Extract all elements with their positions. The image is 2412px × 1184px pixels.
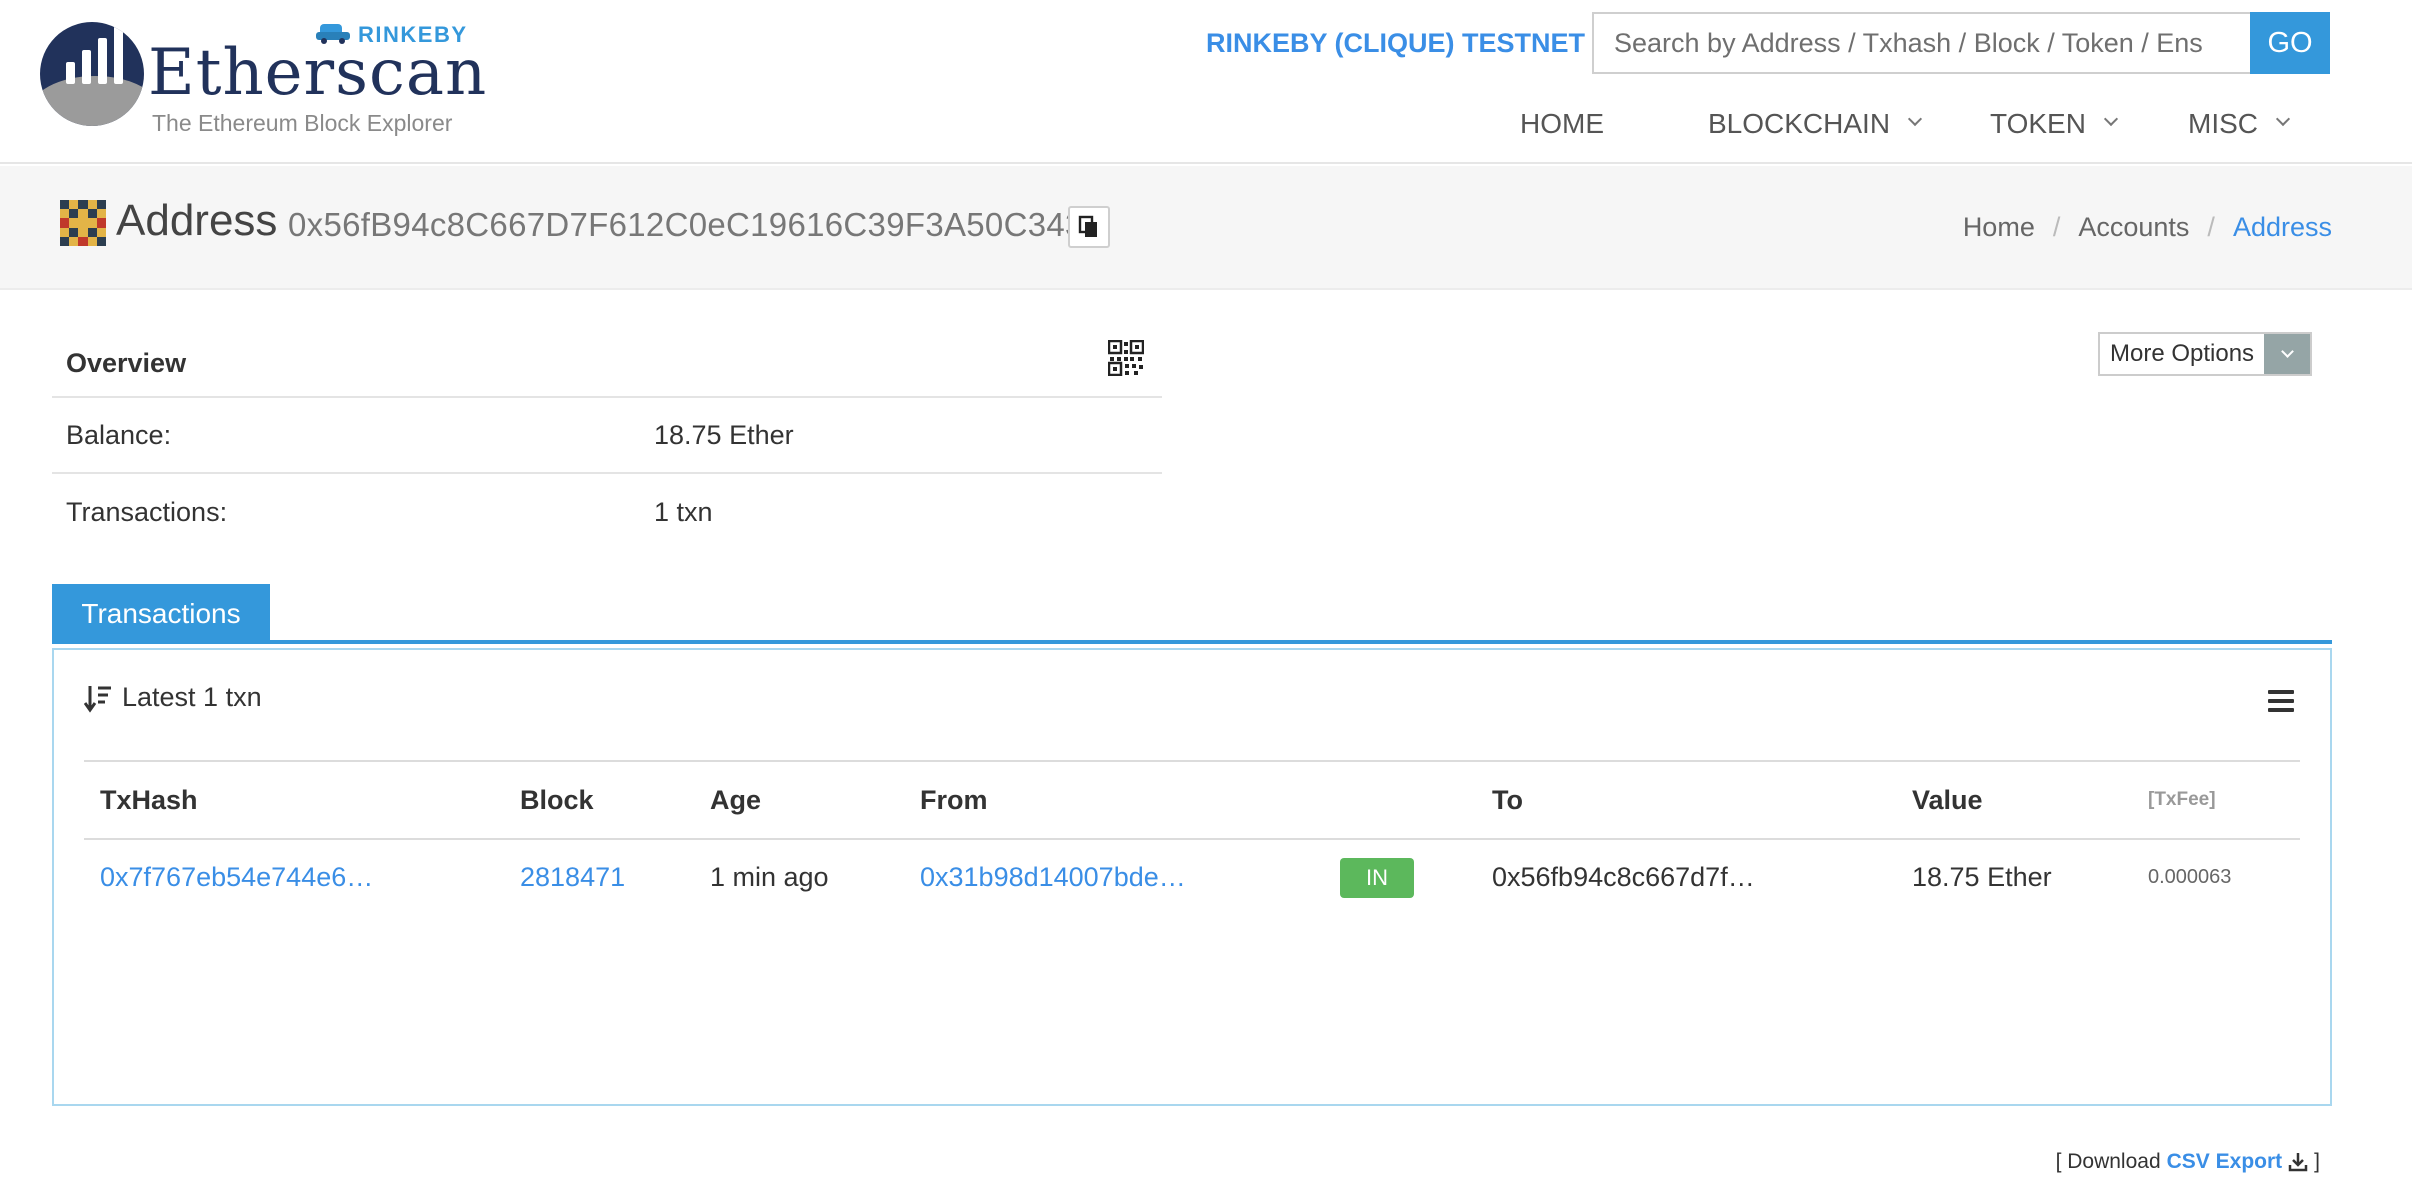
nav-home[interactable]: HOME — [1520, 108, 1604, 140]
breadcrumb-separator: / — [2207, 212, 2215, 242]
copy-icon — [1078, 215, 1097, 237]
breadcrumb-accounts[interactable]: Accounts — [2078, 212, 2189, 243]
more-options-label: More Options — [2110, 340, 2255, 367]
chevron-down-icon — [2280, 344, 2294, 358]
column-to: To — [1476, 760, 1896, 840]
transactions-panel: Latest 1 txn TxHash Block Age From To Va… — [52, 648, 2332, 1106]
more-options-caret[interactable] — [2264, 334, 2311, 374]
etherscan-logo[interactable]: RINKEBY Etherscan The Ethereum Block Exp… — [40, 18, 486, 138]
column-from: From — [904, 760, 1324, 840]
from-address-link[interactable]: 0x31b98d14007bde… — [904, 839, 1324, 915]
tab-transactions[interactable]: Transactions — [52, 584, 270, 644]
address-hash: 0x56fB94c8C667D7F612C0eC19616C39F3A50C34… — [288, 206, 1103, 243]
column-block: Block — [504, 760, 694, 840]
page-subheader: Address 0x56fB94c8C667D7F612C0eC19616C39… — [0, 166, 2412, 290]
breadcrumb: Home / Accounts / Address — [1963, 212, 2332, 243]
chevron-down-icon — [1907, 111, 1923, 127]
breadcrumb-home[interactable]: Home — [1963, 212, 2035, 243]
table-row: 0x7f767eb54e744e6… 2818471 1 min ago 0x3… — [84, 839, 2300, 915]
hamburger-menu-icon[interactable] — [2268, 690, 2294, 712]
column-txhash: TxHash — [84, 760, 504, 840]
address-identicon-icon — [60, 200, 106, 246]
csv-export-prefix: [ Download — [2055, 1150, 2161, 1173]
transactions-summary-text: Latest 1 txn — [122, 682, 262, 712]
nav-misc-label: MISC — [2188, 108, 2258, 139]
sort-icon — [84, 685, 111, 713]
column-age: Age — [694, 760, 904, 840]
balance-label: Balance: — [66, 419, 172, 450]
txfee-cell: 0.000063 — [2148, 866, 2232, 888]
more-options-button[interactable]: More Options — [2098, 332, 2313, 376]
transactions-value: 1 txn — [654, 496, 713, 527]
breadcrumb-separator: / — [2052, 212, 2061, 242]
column-value: Value — [1896, 760, 2132, 840]
direction-cell: IN — [1324, 839, 1476, 915]
copy-address-button[interactable] — [1068, 206, 1110, 248]
tab-bar: Transactions — [52, 584, 2332, 644]
network-label: RINKEBY (CLIQUE) TESTNET — [1206, 28, 1586, 58]
block-link[interactable]: 2818471 — [504, 839, 694, 915]
chevron-down-icon — [2275, 111, 2291, 127]
nav-misc[interactable]: MISC — [2188, 108, 2291, 140]
download-icon[interactable] — [2288, 1152, 2308, 1172]
logo-subtitle: The Ethereum Block Explorer — [152, 110, 453, 136]
table-header-row: TxHash Block Age From To Value [TxFee] — [84, 760, 2300, 840]
to-address-cell: 0x56fb94c8c667d7f… — [1492, 862, 1755, 892]
chevron-down-icon — [2103, 111, 2119, 127]
site-header: RINKEBY Etherscan The Ethereum Block Exp… — [0, 0, 2412, 164]
csv-export-suffix: ] — [2314, 1150, 2320, 1173]
transactions-label: Transactions: — [66, 496, 228, 527]
search-input[interactable] — [1592, 12, 2250, 74]
txhash-link[interactable]: 0x7f767eb54e744e6… — [84, 839, 504, 915]
value-cell: 18.75 Ether — [1912, 862, 2052, 892]
page-title: Address — [116, 196, 278, 245]
csv-export: [ Download CSV Export ] — [2056, 1150, 2320, 1174]
logo-title: Etherscan — [148, 36, 488, 110]
column-txfee[interactable]: [TxFee] — [2132, 760, 2300, 840]
column-direction — [1324, 760, 1476, 840]
overview-card: Overview Balance: 18.75 Ether Transactio — [52, 330, 1162, 550]
nav-home-label: HOME — [1520, 108, 1604, 139]
breadcrumb-address: Address — [2232, 212, 2332, 242]
csv-export-link[interactable]: CSV Export — [2167, 1150, 2283, 1174]
overview-header: Overview — [52, 330, 1162, 398]
nav-token-label: TOKEN — [1990, 108, 2086, 139]
transactions-summary: Latest 1 txn — [84, 682, 262, 713]
nav-token[interactable]: TOKEN — [1990, 108, 2119, 140]
overview-balance-row: Balance: 18.75 Ether — [52, 398, 1162, 474]
logo-mark-icon — [40, 22, 144, 126]
direction-badge: IN — [1340, 857, 1414, 898]
nav-blockchain[interactable]: BLOCKCHAIN — [1708, 108, 1923, 140]
transactions-table: TxHash Block Age From To Value [TxFee] 0… — [84, 760, 2300, 915]
nav-blockchain-label: BLOCKCHAIN — [1708, 108, 1891, 139]
qr-code-icon[interactable] — [1108, 340, 1144, 376]
balance-value: 18.75 Ether — [654, 419, 794, 450]
overview-title: Overview — [66, 347, 187, 378]
age-cell: 1 min ago — [710, 862, 829, 892]
overview-transactions-row: Transactions: 1 txn — [52, 474, 1162, 550]
search-go-button[interactable]: GO — [2250, 12, 2330, 74]
